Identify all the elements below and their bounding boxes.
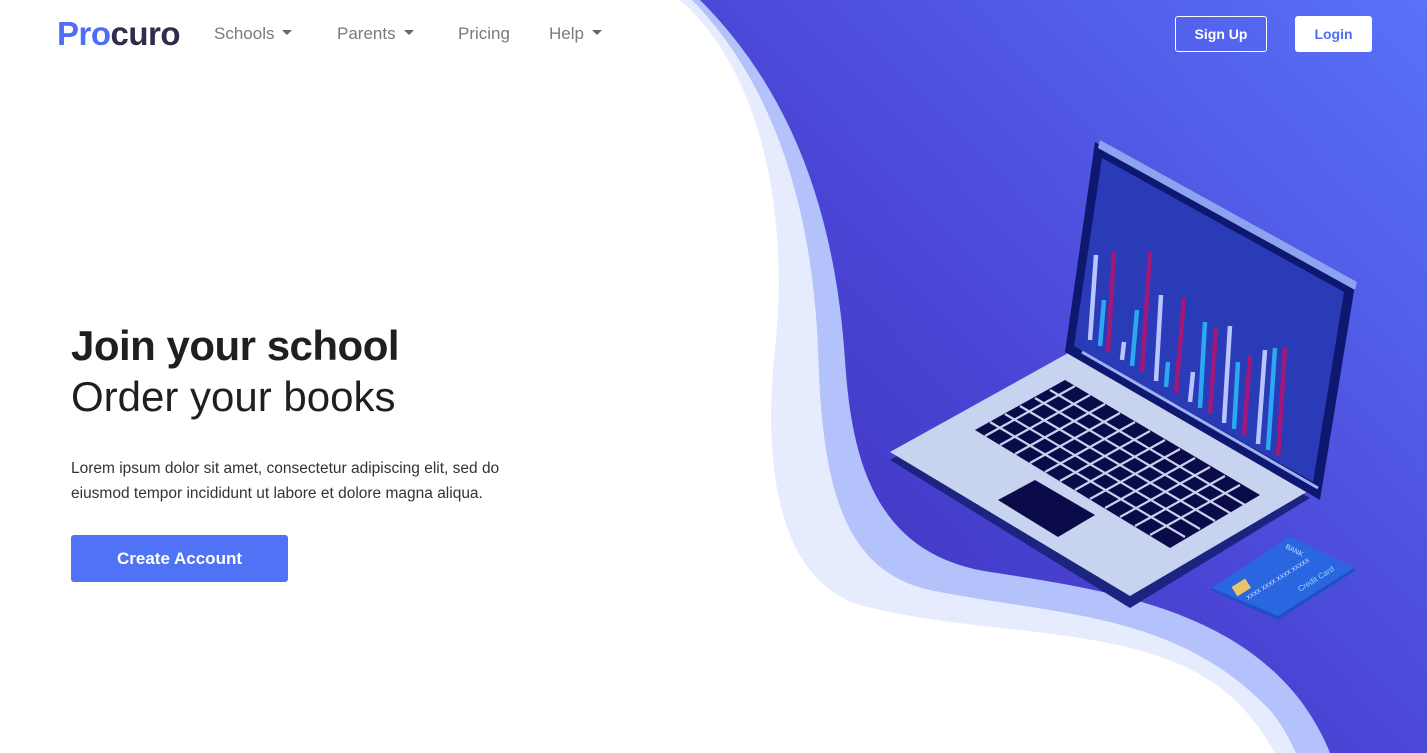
sign-up-button[interactable]: Sign Up [1175,16,1267,52]
laptop-illustration: BANK XXXX XXXX XXXX XXXXX Credit Card [860,130,1400,630]
credit-card-icon: BANK XXXX XXXX XXXX XXXXX Credit Card [1210,536,1356,620]
hero-subtitle: Order your books [71,373,396,420]
nav-item-label: Help [549,24,584,43]
caret-down-icon [282,30,293,36]
nav-item-label: Schools [214,24,275,43]
nav-item-help[interactable]: Help [549,24,602,44]
brand-logo-part2: curo [110,15,181,52]
caret-down-icon [403,30,414,36]
nav-item-label: Pricing [458,24,510,43]
hero-description: Lorem ipsum dolor sit amet, consectetur … [71,460,500,502]
nav-item-parents[interactable]: Parents [337,24,414,44]
brand-logo-part1: Pro [57,15,111,52]
navbar: Procuro Schools Parents Pricing Help Sig… [0,0,1427,70]
nav-item-schools[interactable]: Schools [214,24,293,44]
hero-section: Join your school Order your books Lorem … [71,320,551,582]
brand-logo[interactable]: Procuro [57,14,181,54]
nav-item-pricing[interactable]: Pricing [458,24,510,44]
caret-down-icon [591,30,602,36]
laptop-icon: BANK XXXX XXXX XXXX XXXXX Credit Card [890,140,1357,620]
create-account-button[interactable]: Create Account [71,535,288,582]
nav-item-label: Parents [337,24,396,43]
login-button[interactable]: Login [1295,16,1372,52]
hero-title: Join your school [71,322,400,369]
